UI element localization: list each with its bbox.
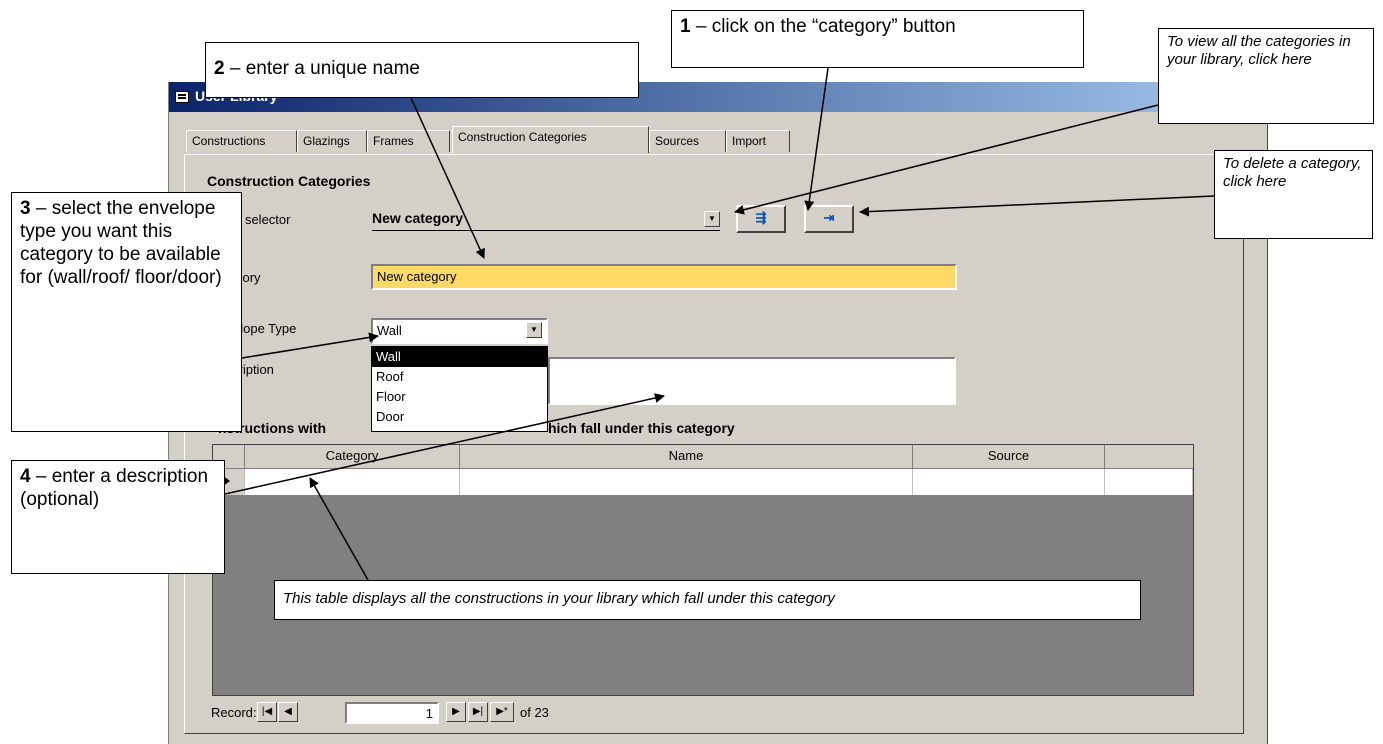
arrow-table-info: [309, 477, 369, 581]
callout-arrows: [224, 67, 1215, 581]
arrow-step-3: [241, 332, 379, 359]
arrow-step-2: [410, 97, 485, 259]
arrow-view-categories: [734, 104, 1159, 215]
arrow-delete-category: [859, 195, 1215, 217]
arrow-step-4: [224, 393, 665, 495]
